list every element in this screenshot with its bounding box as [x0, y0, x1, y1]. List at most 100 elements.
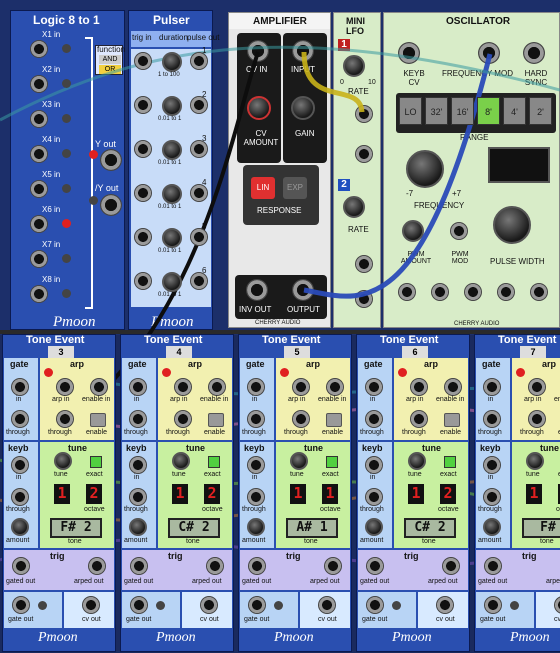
logic-input-jack[interactable] [30, 145, 48, 163]
cv-in-jack[interactable] [247, 40, 269, 62]
osc-wave-out-jack[interactable] [530, 283, 548, 301]
pulser-duration-knob[interactable] [162, 184, 182, 204]
tune-knob[interactable] [290, 452, 308, 470]
gated-out-jack[interactable] [366, 557, 384, 575]
exact-button[interactable] [326, 456, 338, 468]
pulse-width-knob[interactable] [493, 206, 531, 244]
keyb-in-jack[interactable] [11, 456, 29, 474]
pulser-out-jack[interactable] [190, 96, 208, 114]
amount-knob[interactable] [483, 518, 501, 536]
pwm-amount-knob[interactable] [402, 220, 424, 242]
arped-out-jack[interactable] [88, 557, 106, 575]
enable-button[interactable] [444, 413, 460, 427]
exact-button[interactable] [208, 456, 220, 468]
cv-out-jack[interactable] [318, 596, 336, 614]
amount-knob[interactable] [11, 518, 29, 536]
pulser-out-jack[interactable] [190, 272, 208, 290]
logic-input-jack[interactable] [30, 285, 48, 303]
tune-knob[interactable] [172, 452, 190, 470]
lfo-rate2-knob[interactable] [343, 196, 365, 218]
and-button[interactable]: AND [99, 55, 121, 64]
hard-sync-jack[interactable] [523, 42, 545, 64]
osc-wave-out-jack[interactable] [497, 283, 515, 301]
through-jack[interactable] [11, 410, 29, 428]
frequency-mod-jack[interactable] [478, 42, 500, 64]
pulser-trig-jack[interactable] [134, 96, 152, 114]
pulser-trig-jack[interactable] [134, 52, 152, 70]
pulser-duration-knob[interactable] [162, 140, 182, 160]
gated-out-jack[interactable] [248, 557, 266, 575]
enable-in-jack[interactable] [208, 378, 226, 396]
enable-in-jack[interactable] [326, 378, 344, 396]
range-button[interactable]: 16' [451, 97, 474, 125]
keyb-cv-jack[interactable] [398, 42, 420, 64]
keyb-in-jack[interactable] [365, 456, 383, 474]
arp-through-jack[interactable] [174, 410, 192, 428]
gate-in-jack[interactable] [483, 378, 501, 396]
logic-input-jack[interactable] [30, 250, 48, 268]
keyb-in-jack[interactable] [129, 456, 147, 474]
enable-in-jack[interactable] [444, 378, 462, 396]
pulser-duration-knob[interactable] [162, 96, 182, 116]
arped-out-jack[interactable] [206, 557, 224, 575]
arp-through-jack[interactable] [56, 410, 74, 428]
pwm-mod-jack[interactable] [450, 222, 468, 240]
arped-out-jack[interactable] [442, 557, 460, 575]
y-out-inv-jack[interactable] [100, 194, 122, 216]
range-button[interactable]: 2' [529, 97, 552, 125]
arped-out-jack[interactable] [324, 557, 342, 575]
pulser-duration-knob[interactable] [162, 272, 182, 292]
exact-button[interactable] [90, 456, 102, 468]
lfo1-tri-jack[interactable] [355, 105, 373, 123]
logic-input-jack[interactable] [30, 75, 48, 93]
range-button[interactable]: LO [399, 97, 422, 125]
gated-out-jack[interactable] [12, 557, 30, 575]
pulser-out-jack[interactable] [190, 228, 208, 246]
cv-amount-knob[interactable] [247, 96, 271, 120]
pulser-trig-jack[interactable] [134, 140, 152, 158]
gate-out-jack[interactable] [248, 596, 266, 614]
range-button[interactable]: 4' [503, 97, 526, 125]
logic-input-jack[interactable] [30, 40, 48, 58]
cv-out-jack[interactable] [436, 596, 454, 614]
tune-knob[interactable] [54, 452, 72, 470]
cv-out-jack[interactable] [200, 596, 218, 614]
pulser-duration-knob[interactable] [162, 228, 182, 248]
range-button[interactable]: 32' [425, 97, 448, 125]
keyb-through-jack[interactable] [247, 488, 265, 506]
arp-in-jack[interactable] [410, 378, 428, 396]
amount-knob[interactable] [129, 518, 147, 536]
gate-in-jack[interactable] [247, 378, 265, 396]
pulser-trig-jack[interactable] [134, 272, 152, 290]
gate-out-jack[interactable] [484, 596, 502, 614]
lfo2-tri-jack[interactable] [355, 255, 373, 273]
pulser-out-jack[interactable] [190, 184, 208, 202]
enable-button[interactable] [208, 413, 224, 427]
pulser-trig-jack[interactable] [134, 184, 152, 202]
gain-knob[interactable] [291, 96, 315, 120]
through-jack[interactable] [365, 410, 383, 428]
logic-input-jack[interactable] [30, 180, 48, 198]
arp-in-jack[interactable] [292, 378, 310, 396]
enable-in-jack[interactable] [90, 378, 108, 396]
logic-input-jack[interactable] [30, 215, 48, 233]
gated-out-jack[interactable] [130, 557, 148, 575]
gated-out-jack[interactable] [484, 557, 502, 575]
range-button[interactable]: 8' [477, 97, 500, 125]
output-jack[interactable] [292, 279, 314, 301]
lfo-rate1-knob[interactable] [343, 55, 365, 77]
osc-wave-out-jack[interactable] [464, 283, 482, 301]
arp-in-jack[interactable] [174, 378, 192, 396]
gate-out-jack[interactable] [366, 596, 384, 614]
amount-knob[interactable] [247, 518, 265, 536]
keyb-in-jack[interactable] [247, 456, 265, 474]
keyb-through-jack[interactable] [483, 488, 501, 506]
tune-knob[interactable] [408, 452, 426, 470]
y-out-jack[interactable] [100, 149, 122, 171]
keyb-in-jack[interactable] [483, 456, 501, 474]
keyb-through-jack[interactable] [11, 488, 29, 506]
arp-through-jack[interactable] [410, 410, 428, 428]
enable-button[interactable] [90, 413, 106, 427]
arp-in-jack[interactable] [528, 378, 546, 396]
osc-wave-out-jack[interactable] [431, 283, 449, 301]
